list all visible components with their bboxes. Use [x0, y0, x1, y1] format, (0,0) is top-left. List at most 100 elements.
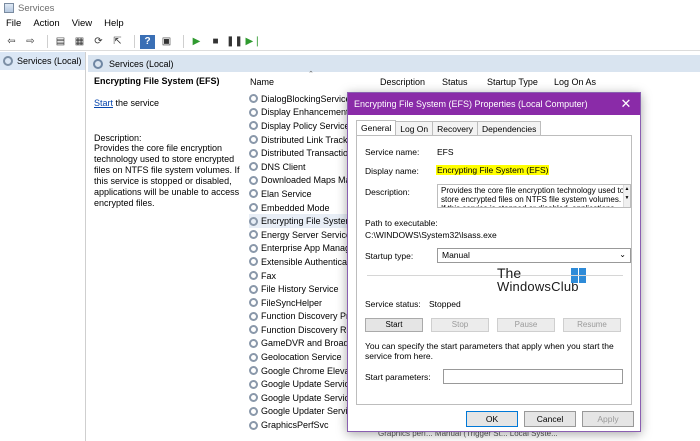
service-name: GameDVR and Broadcast User Service: [261, 338, 359, 349]
start-service-line: Start the service: [94, 98, 240, 108]
gear-icon: [249, 243, 258, 253]
menu-view[interactable]: View: [72, 18, 92, 29]
column-startup-type[interactable]: Startup Type: [487, 77, 538, 87]
tree-item-services-local[interactable]: Services (Local): [0, 52, 85, 70]
windows-logo-icon: [571, 268, 586, 283]
forward-icon[interactable]: ⇨: [23, 35, 38, 49]
start-service-suffix: the service: [113, 98, 160, 108]
service-row[interactable]: Enterprise App Management Service: [249, 242, 359, 256]
service-row[interactable]: Google Updater Service: [249, 405, 359, 419]
panel-header-label: Services (Local): [109, 58, 174, 69]
service-name: Google Update Service (gupdatem): [261, 392, 359, 403]
menu-action[interactable]: Action: [33, 18, 59, 29]
menu-file[interactable]: File: [6, 18, 21, 29]
service-row[interactable]: Elan Service: [249, 187, 359, 201]
toolbar: ⇦ ⇨ ▤ ▦ ⟳ ⇱ ? ▣ ▶ ■ ❚❚ ▶❘: [0, 33, 700, 51]
service-row[interactable]: Distributed Transaction Coordinator: [249, 146, 359, 160]
column-name[interactable]: Name: [250, 77, 274, 87]
properties-icon[interactable]: ▦: [72, 35, 87, 49]
service-row[interactable]: Display Enhancement Service: [249, 106, 359, 120]
gear-icon: [249, 298, 258, 308]
service-row[interactable]: Google Chrome Elevation Service: [249, 364, 359, 378]
service-row[interactable]: Fax: [249, 269, 359, 283]
display-name-field[interactable]: Encrypting File System (EFS): [436, 165, 550, 175]
selected-service-title: Encrypting File System (EFS): [94, 76, 220, 86]
service-name: Embedded Mode: [261, 202, 330, 213]
cancel-button[interactable]: Cancel: [524, 411, 576, 427]
service-row[interactable]: Extensible Authentication Protocol: [249, 255, 359, 269]
gear-icon: [249, 393, 258, 403]
start-button[interactable]: Start: [365, 318, 423, 332]
stop-button[interactable]: Stop: [431, 318, 489, 332]
column-log-on-as[interactable]: Log On As: [554, 77, 596, 87]
service-row[interactable]: Function Discovery Provider Host: [249, 310, 359, 324]
gear-icon: [249, 338, 258, 348]
restart-service-icon[interactable]: ▶❘: [245, 35, 261, 49]
service-name-label: Service name:: [365, 147, 420, 157]
start-params-input[interactable]: [443, 369, 623, 384]
menu-help[interactable]: Help: [104, 18, 124, 29]
action-pane-icon[interactable]: ▣: [159, 35, 174, 49]
gear-icon: [249, 284, 258, 294]
service-row[interactable]: DNS Client: [249, 160, 359, 174]
start-params-hint: You can specify the start parameters tha…: [365, 341, 614, 361]
service-row[interactable]: Energy Server Service queencreek: [249, 228, 359, 242]
service-row[interactable]: Geolocation Service: [249, 350, 359, 364]
start-service-icon[interactable]: ▶: [189, 35, 204, 49]
service-row[interactable]: GraphicsPerfSvc: [249, 418, 359, 432]
resume-button[interactable]: Resume: [563, 318, 621, 332]
export-list-icon[interactable]: ⇱: [110, 35, 125, 49]
service-row[interactable]: FileSyncHelper: [249, 296, 359, 310]
apply-button[interactable]: Apply: [582, 411, 634, 427]
startup-type-select[interactable]: Manual ⌄: [437, 248, 631, 263]
column-status[interactable]: Status: [442, 77, 468, 87]
service-name-value: EFS: [437, 147, 454, 157]
service-row[interactable]: File History Service: [249, 282, 359, 296]
pause-button[interactable]: Pause: [497, 318, 555, 332]
stop-service-icon[interactable]: ■: [208, 35, 223, 49]
refresh-icon[interactable]: ⟳: [91, 35, 106, 49]
chevron-down-icon: ⌄: [619, 250, 626, 259]
gear-icon: [249, 420, 258, 430]
gear-icon: [249, 230, 258, 240]
service-row[interactable]: Distributed Link Tracking Client: [249, 133, 359, 147]
column-description[interactable]: Description: [380, 77, 425, 87]
description-scrollbar[interactable]: ▲ ▼: [623, 185, 630, 207]
service-name: DialogBlockingService: [261, 93, 351, 104]
tab-general[interactable]: General: [356, 120, 397, 136]
window-title: Services: [18, 2, 55, 14]
description-label: Description:: [94, 133, 142, 143]
service-row[interactable]: Google Update Service (gupdate): [249, 377, 359, 391]
service-name: Google Chrome Elevation Service: [261, 365, 359, 376]
services-panel-header: Services (Local): [88, 55, 700, 72]
services-app-icon: [4, 3, 14, 13]
title-bar: Services: [0, 0, 700, 16]
description-box[interactable]: Provides the core file encryption techno…: [437, 184, 631, 208]
gear-icon: [93, 58, 103, 69]
start-service-link[interactable]: Start: [94, 98, 113, 108]
console-tree-icon[interactable]: ▤: [53, 35, 68, 49]
service-name: File History Service: [261, 284, 339, 295]
startup-type-label: Startup type:: [365, 251, 414, 261]
toolbar-separator: [183, 35, 184, 48]
gear-icon: [249, 162, 258, 172]
service-row[interactable]: Function Discovery Resource Publication: [249, 323, 359, 337]
service-row[interactable]: Google Update Service (gupdatem): [249, 391, 359, 405]
pause-service-icon[interactable]: ❚❚: [226, 35, 243, 49]
toolbar-separator: [47, 35, 48, 48]
service-row[interactable]: Display Policy Service: [249, 119, 359, 133]
start-params-label: Start parameters:: [365, 372, 431, 382]
service-name: Function Discovery Resource Publication: [261, 324, 359, 335]
service-row[interactable]: Downloaded Maps Manager: [249, 174, 359, 188]
close-icon[interactable]: ✕: [618, 96, 634, 112]
service-row[interactable]: GameDVR and Broadcast User Service: [249, 337, 359, 351]
gear-icon: [249, 311, 258, 321]
service-row[interactable]: Embedded Mode: [249, 201, 359, 215]
service-row-selected[interactable]: Encrypting File System (EFS): [249, 214, 359, 228]
back-icon[interactable]: ⇦: [4, 35, 19, 49]
help-icon[interactable]: ?: [140, 34, 155, 49]
ok-button[interactable]: OK: [466, 411, 518, 427]
service-name: Distributed Link Tracking Client: [261, 134, 359, 145]
service-row[interactable]: DialogBlockingService: [249, 92, 359, 106]
gear-icon: [249, 203, 258, 213]
